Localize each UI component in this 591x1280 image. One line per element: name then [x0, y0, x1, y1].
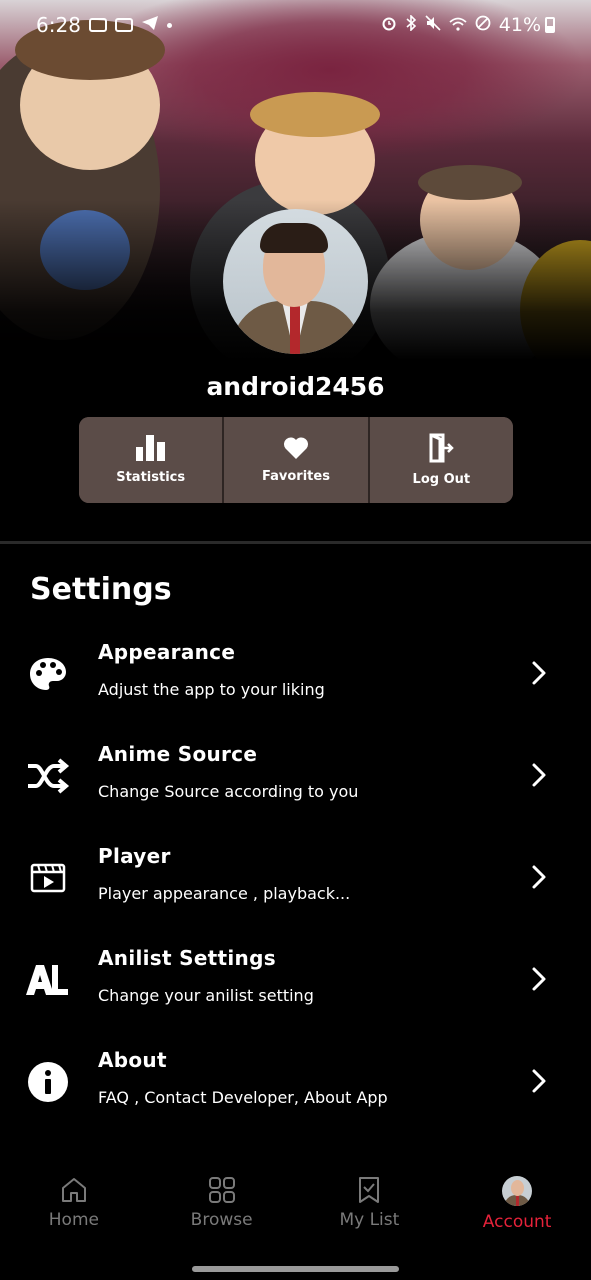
setting-appearance[interactable]: Appearance Adjust the app to your liking — [0, 624, 591, 726]
info-icon — [26, 1060, 70, 1104]
setting-title: Player — [98, 844, 171, 868]
username: android2456 — [206, 372, 385, 401]
status-time: 6:28 — [36, 13, 81, 37]
setting-subtitle: Player appearance , playback... — [98, 884, 351, 903]
section-divider — [0, 541, 591, 544]
statistics-button[interactable]: Statistics — [79, 417, 225, 503]
do-not-disturb-icon — [475, 15, 491, 35]
more-notifications-dot — [166, 22, 172, 28]
battery-percent: 41% — [498, 14, 541, 36]
setting-subtitle: Adjust the app to your liking — [98, 680, 325, 699]
mute-icon — [425, 15, 441, 35]
nav-account[interactable]: Account — [443, 1166, 591, 1246]
setting-title: Anilist Settings — [98, 946, 276, 970]
anilist-logo-icon — [26, 958, 70, 1002]
settings-list: Appearance Adjust the app to your liking… — [0, 624, 591, 1134]
chevron-right-icon — [532, 865, 546, 889]
setting-player[interactable]: Player Player appearance , playback... — [0, 828, 591, 930]
logout-door-icon — [428, 433, 455, 463]
setting-about[interactable]: About FAQ , Contact Developer, About App — [0, 1032, 591, 1134]
bookmark-icon — [359, 1177, 380, 1203]
profile-actions: Statistics Favorites Log Out — [79, 417, 513, 503]
chevron-right-icon — [532, 967, 546, 991]
heart-icon — [283, 436, 309, 460]
video-player-icon — [26, 856, 70, 900]
setting-anilist[interactable]: Anilist Settings Change your anilist set… — [0, 930, 591, 1032]
setting-title: Appearance — [98, 640, 236, 664]
setting-anime-source[interactable]: Anime Source Change Source according to … — [0, 726, 591, 828]
home-icon — [61, 1178, 86, 1202]
chevron-right-icon — [532, 763, 546, 787]
setting-title: About — [98, 1048, 167, 1072]
alarm-icon — [381, 15, 397, 35]
bottom-navigation: Home Browse My List Account — [0, 1166, 591, 1246]
setting-subtitle: Change your anilist setting — [98, 986, 314, 1005]
palette-icon — [26, 652, 70, 696]
setting-title: Anime Source — [98, 742, 258, 766]
favorites-button[interactable]: Favorites — [224, 417, 370, 503]
shuffle-icon — [26, 754, 70, 798]
profile-avatar[interactable] — [223, 209, 368, 354]
settings-heading: Settings — [30, 572, 172, 607]
gallery-notification-icon — [114, 18, 133, 32]
avatar — [502, 1176, 533, 1206]
nav-my-list[interactable]: My List — [296, 1166, 444, 1246]
grid-icon — [208, 1177, 235, 1203]
telegram-notification-icon — [141, 15, 159, 35]
status-bar: 6:28 41% — [0, 0, 591, 50]
setting-subtitle: FAQ , Contact Developer, About App — [98, 1088, 388, 1107]
youtube-notification-icon — [88, 18, 107, 32]
chevron-right-icon — [532, 1069, 546, 1093]
bar-chart-icon — [135, 435, 166, 461]
battery-icon — [545, 17, 555, 33]
bluetooth-icon — [405, 14, 417, 35]
nav-home[interactable]: Home — [0, 1166, 148, 1246]
nav-browse[interactable]: Browse — [148, 1166, 296, 1246]
logout-button[interactable]: Log Out — [369, 417, 513, 503]
wifi-icon — [449, 16, 467, 35]
setting-subtitle: Change Source according to you — [98, 782, 359, 801]
home-indicator — [192, 1266, 399, 1272]
chevron-right-icon — [532, 661, 546, 685]
